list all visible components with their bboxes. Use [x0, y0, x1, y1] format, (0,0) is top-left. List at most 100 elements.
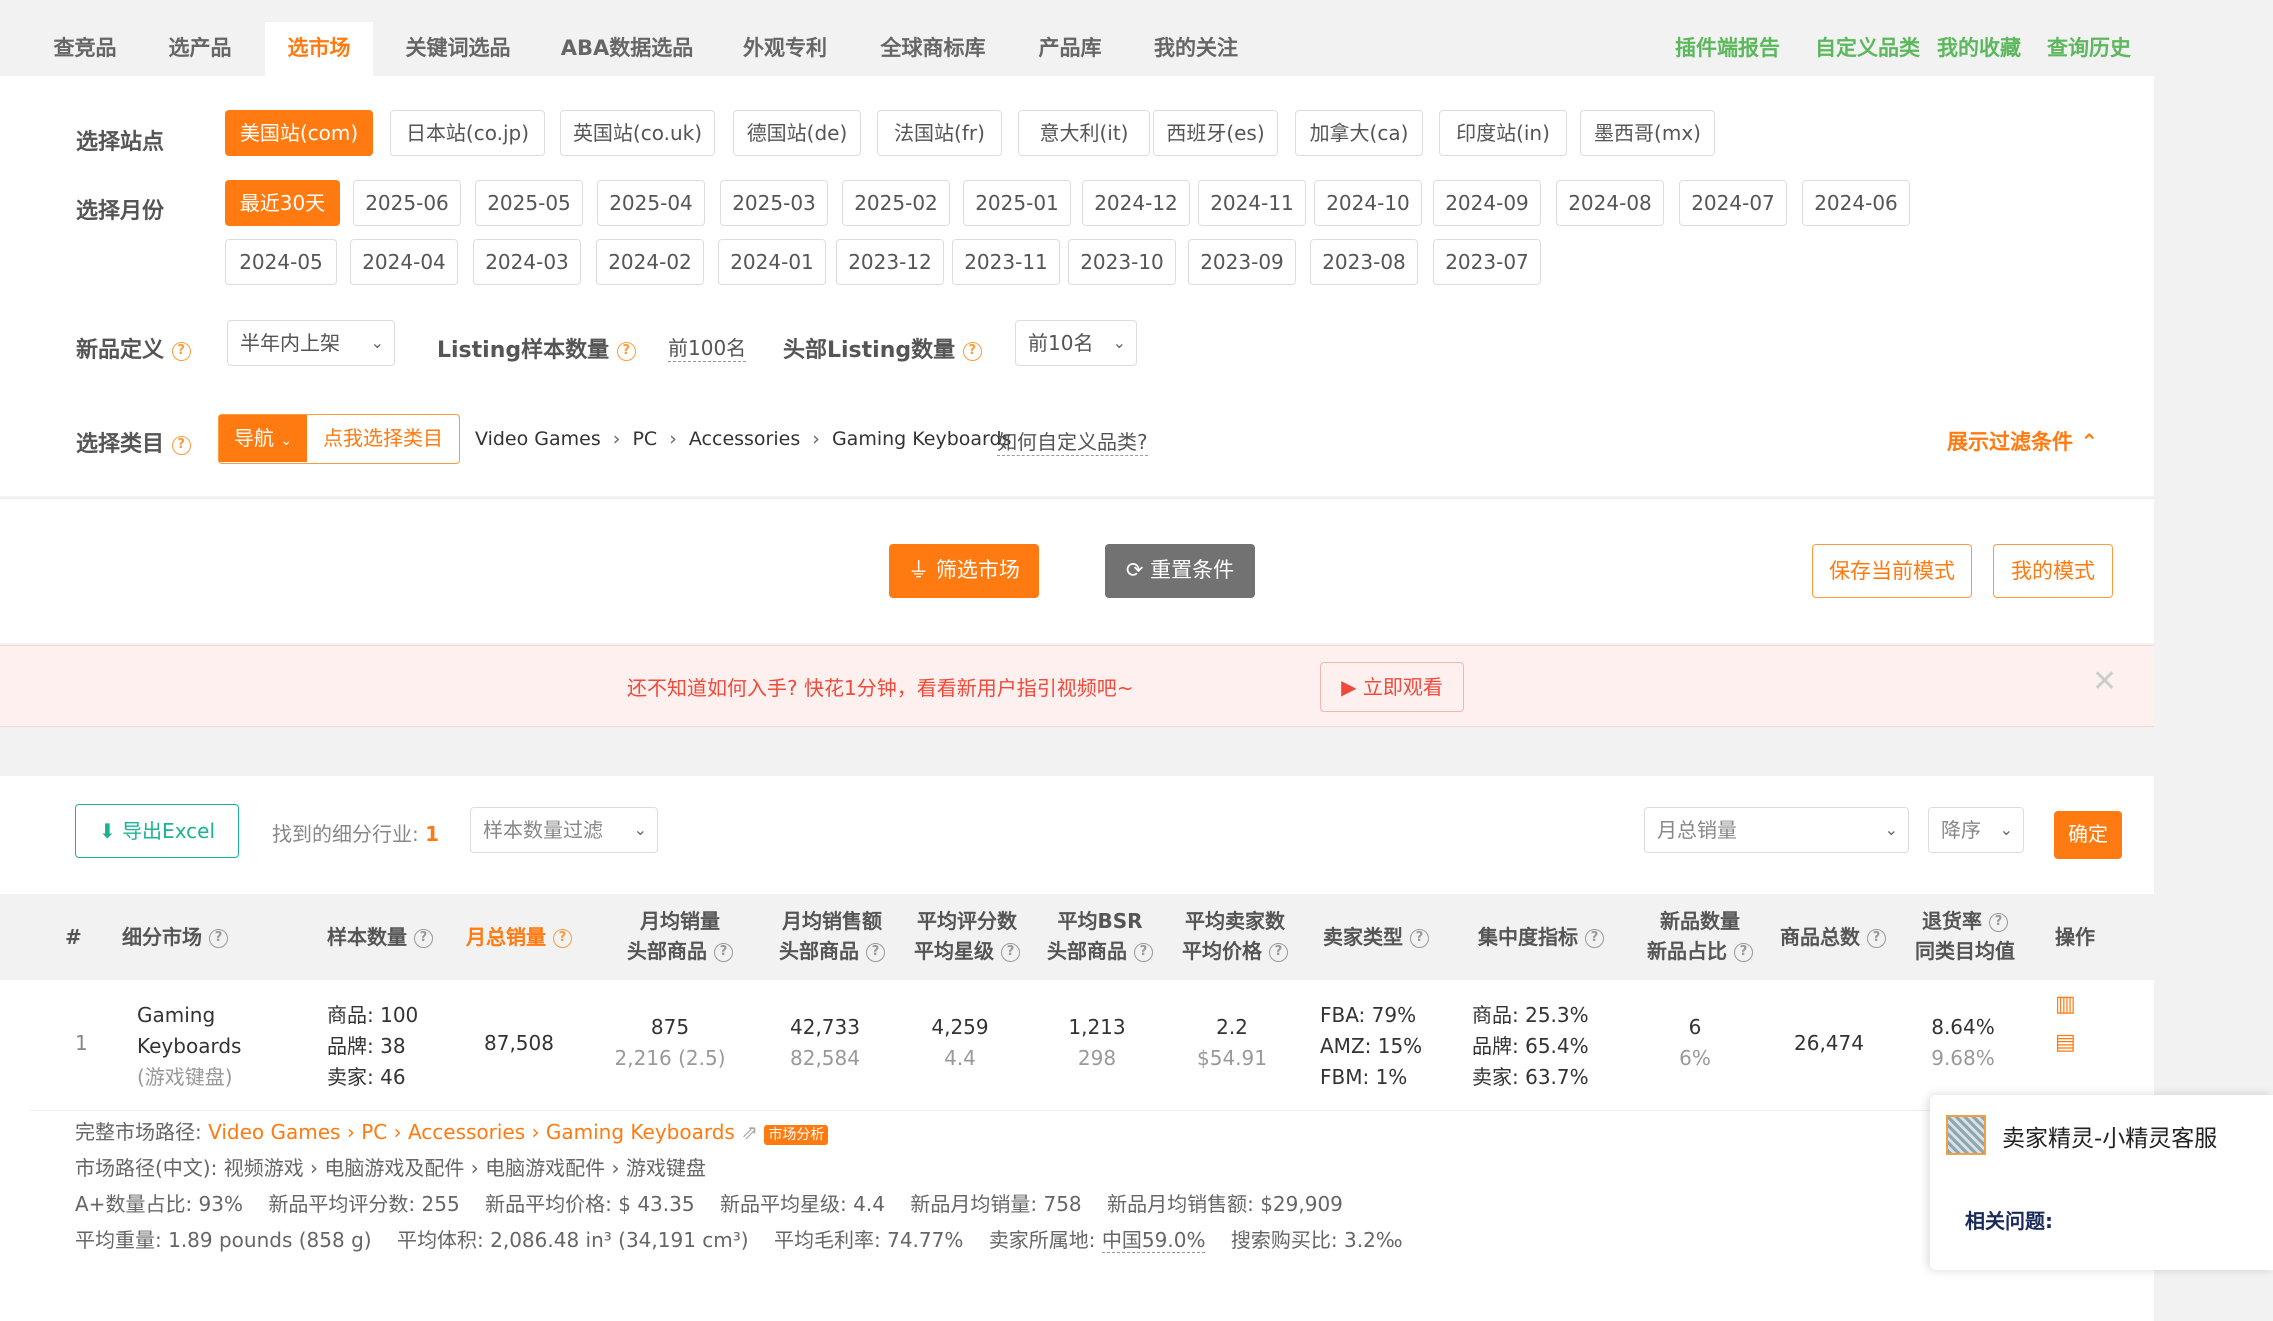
- sample-filter-select[interactable]: 样本数量过滤 ⌄: [470, 807, 658, 853]
- month-chip[interactable]: 2025-01: [963, 180, 1071, 226]
- watch-now-button[interactable]: ▶ 立即观看: [1320, 662, 1464, 712]
- tab-patent[interactable]: 外观专利: [725, 22, 845, 76]
- site-uk[interactable]: 英国站(co.uk): [560, 110, 715, 156]
- chat-widget[interactable]: 卖家精灵-小精灵客服 相关问题:: [1930, 1095, 2273, 1270]
- help-icon[interactable]: ?: [1268, 943, 1288, 962]
- help-icon[interactable]: ?: [713, 943, 733, 962]
- help-icon[interactable]: ?: [1409, 929, 1429, 948]
- my-mode-button[interactable]: 我的模式: [1993, 544, 2113, 598]
- confirm-button[interactable]: 确定: [2054, 811, 2122, 859]
- tab-follow[interactable]: 我的关注: [1140, 22, 1252, 76]
- save-mode-button[interactable]: 保存当前模式: [1812, 544, 1972, 598]
- col-total-sales[interactable]: 月总销量 ?: [466, 922, 572, 952]
- site-us[interactable]: 美国站(com): [225, 110, 373, 156]
- help-icon[interactable]: ?: [171, 435, 191, 455]
- head-select[interactable]: 前10名 ⌄: [1015, 320, 1137, 366]
- help-icon[interactable]: ?: [865, 943, 885, 962]
- choose-category-button[interactable]: 点我选择类目: [307, 415, 459, 462]
- path-crumb[interactable]: Accessories: [408, 1120, 525, 1144]
- help-icon[interactable]: ?: [1133, 943, 1153, 962]
- month-chip[interactable]: 2024-10: [1314, 180, 1422, 226]
- month-chip[interactable]: 2024-01: [718, 239, 826, 285]
- link-favorites[interactable]: 我的收藏: [1937, 22, 2021, 76]
- crumb[interactable]: Gaming Keyboards: [832, 428, 1012, 450]
- month-chip[interactable]: 2023-09: [1188, 239, 1296, 285]
- chart-icon[interactable]: ▥: [2055, 992, 2076, 1017]
- listing-value[interactable]: 前100名: [668, 332, 747, 362]
- help-icon[interactable]: ?: [1733, 943, 1753, 962]
- newprod-select[interactable]: 半年内上架 ⌄: [227, 320, 395, 366]
- market-analysis-tag[interactable]: 市场分析: [764, 1124, 829, 1145]
- row-market[interactable]: Gaming Keyboards (游戏键盘): [137, 1000, 241, 1093]
- crumb[interactable]: PC: [632, 428, 657, 450]
- month-chip[interactable]: 2023-12: [836, 239, 944, 285]
- help-icon[interactable]: ?: [552, 929, 572, 948]
- help-icon[interactable]: ?: [616, 341, 636, 361]
- export-excel-button[interactable]: ⬇ 导出Excel: [75, 804, 239, 858]
- month-chip[interactable]: 2023-07: [1433, 239, 1541, 285]
- month-chip[interactable]: 2024-06: [1802, 180, 1910, 226]
- tab-product[interactable]: 选产品: [145, 22, 255, 76]
- filter-market-button[interactable]: ⏚ 筛选市场: [889, 544, 1039, 598]
- close-icon[interactable]: ✕: [2092, 664, 2117, 699]
- month-chip[interactable]: 2025-06: [353, 180, 461, 226]
- sort-order-select[interactable]: 降序 ⌄: [1928, 807, 2024, 853]
- path-crumb[interactable]: Gaming Keyboards: [546, 1120, 735, 1144]
- help-icon[interactable]: ?: [1584, 929, 1604, 948]
- help-icon[interactable]: ?: [962, 341, 982, 361]
- month-chip[interactable]: 2025-05: [475, 180, 583, 226]
- link-plugin-report[interactable]: 插件端报告: [1675, 22, 1780, 76]
- help-icon[interactable]: ?: [413, 929, 433, 948]
- help-icon[interactable]: ?: [1000, 943, 1020, 962]
- month-chip[interactable]: 2024-02: [596, 239, 704, 285]
- link-history[interactable]: 查询历史: [2047, 22, 2131, 76]
- site-es[interactable]: 西班牙(es): [1153, 110, 1278, 156]
- table-row[interactable]: 1 Gaming Keyboards (游戏键盘) 商品: 100 品牌: 38…: [0, 980, 2154, 1110]
- site-fr[interactable]: 法国站(fr): [877, 110, 1002, 156]
- path-crumb[interactable]: PC: [361, 1120, 387, 1144]
- origin-value[interactable]: 中国59.0%: [1101, 1228, 1206, 1253]
- month-chip[interactable]: 2023-11: [952, 239, 1060, 285]
- month-chip[interactable]: 2024-04: [350, 239, 458, 285]
- month-chip[interactable]: 2024-12: [1082, 180, 1190, 226]
- tab-aba[interactable]: ABA数据选品: [550, 22, 704, 76]
- site-mx[interactable]: 墨西哥(mx): [1580, 110, 1715, 156]
- tab-keyword[interactable]: 关键词选品: [388, 22, 528, 76]
- tab-library[interactable]: 产品库: [1020, 22, 1120, 76]
- month-chip[interactable]: 2025-02: [842, 180, 950, 226]
- month-chip[interactable]: 2025-03: [720, 180, 828, 226]
- crumb[interactable]: Video Games: [475, 428, 601, 450]
- custom-category-link[interactable]: 如何自定义品类?: [997, 426, 1148, 456]
- site-de[interactable]: 德国站(de): [733, 110, 861, 156]
- reset-button[interactable]: ⟳ 重置条件: [1105, 544, 1255, 598]
- site-in[interactable]: 印度站(in): [1439, 110, 1567, 156]
- month-chip[interactable]: 最近30天: [225, 180, 340, 226]
- sort-field-select[interactable]: 月总销量 ⌄: [1644, 807, 1909, 853]
- month-chip[interactable]: 2024-11: [1198, 180, 1306, 226]
- month-chip[interactable]: 2024-05: [225, 239, 337, 285]
- help-icon[interactable]: ?: [208, 929, 228, 948]
- tab-market[interactable]: 选市场: [265, 22, 373, 76]
- toggle-filter-link[interactable]: 展示过滤条件 ⌃: [1947, 426, 2098, 456]
- crumb[interactable]: Accessories: [689, 428, 800, 450]
- month-chip[interactable]: 2023-10: [1068, 239, 1176, 285]
- path-crumb[interactable]: Video Games: [208, 1120, 340, 1144]
- tab-competitor[interactable]: 查竞品: [30, 22, 140, 76]
- external-link-icon[interactable]: ⇗: [741, 1120, 758, 1144]
- month-chip[interactable]: 2024-03: [473, 239, 581, 285]
- link-custom-category[interactable]: 自定义品类: [1815, 22, 1920, 76]
- month-chip[interactable]: 2025-04: [597, 180, 705, 226]
- help-icon[interactable]: ?: [1866, 929, 1886, 948]
- site-ca[interactable]: 加拿大(ca): [1295, 110, 1423, 156]
- site-it[interactable]: 意大利(it): [1018, 110, 1150, 156]
- month-chip[interactable]: 2023-08: [1310, 239, 1418, 285]
- tab-trademark[interactable]: 全球商标库: [868, 22, 998, 76]
- month-chip[interactable]: 2024-08: [1556, 180, 1664, 226]
- help-icon[interactable]: ?: [1988, 913, 2008, 932]
- document-icon[interactable]: ▤: [2055, 1030, 2076, 1055]
- month-chip[interactable]: 2024-07: [1679, 180, 1787, 226]
- help-icon[interactable]: ?: [171, 341, 191, 361]
- nav-dropdown[interactable]: 导航 ⌄: [219, 415, 307, 462]
- month-chip[interactable]: 2024-09: [1433, 180, 1541, 226]
- site-jp[interactable]: 日本站(co.jp): [390, 110, 545, 156]
